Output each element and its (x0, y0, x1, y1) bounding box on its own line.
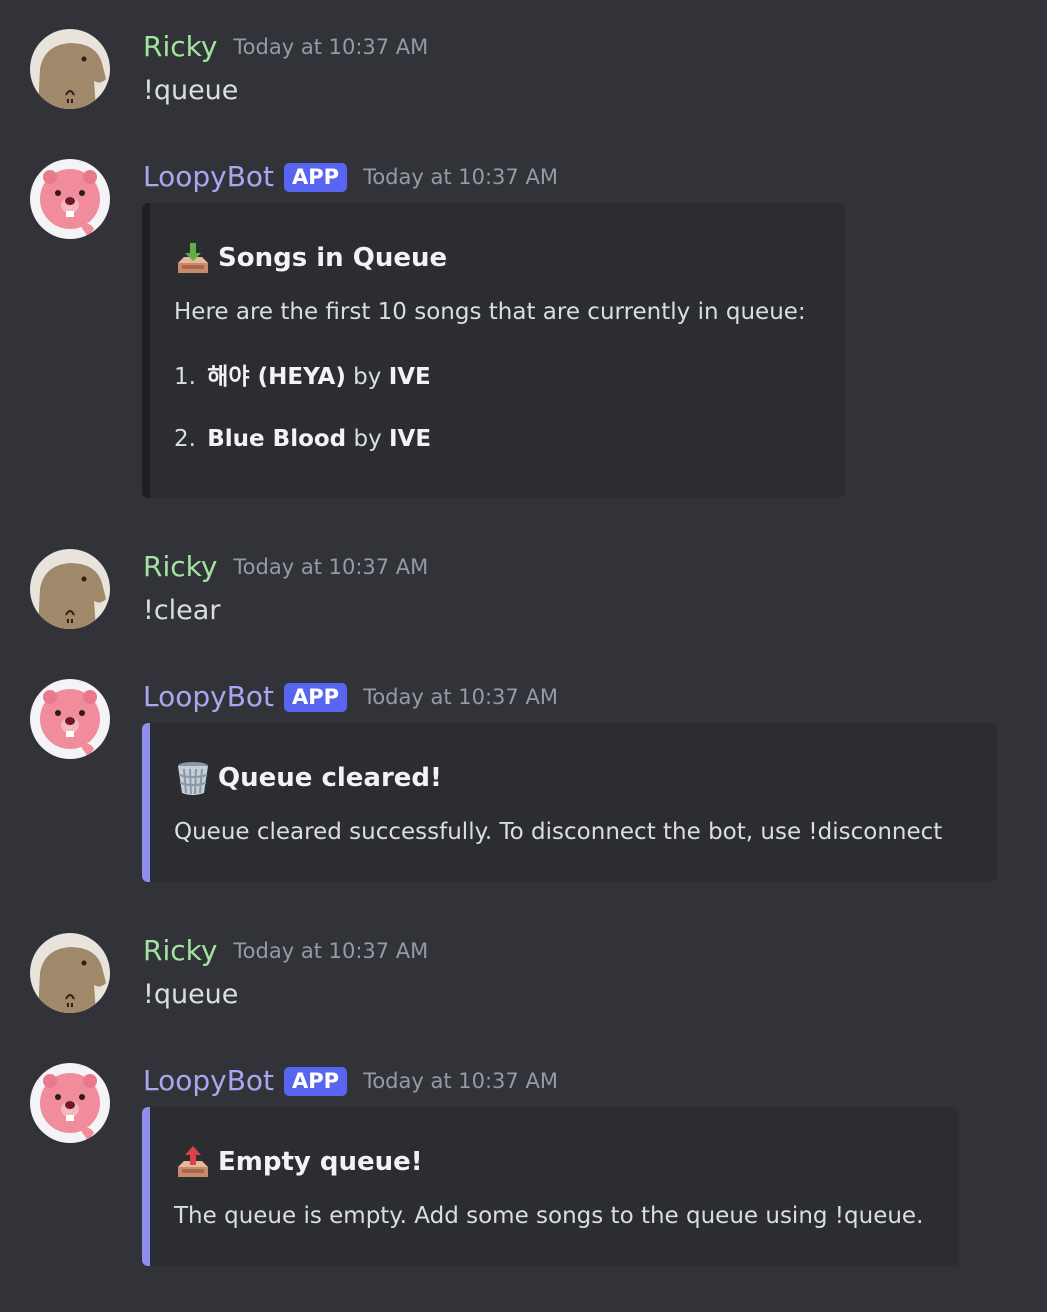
embed-description: Here are the first 10 songs that are cur… (174, 299, 806, 325)
embed-songs-in-queue: Songs in Queue Here are the first 10 son… (142, 203, 845, 498)
loopy-beaver-icon (30, 679, 110, 759)
capybara-icon (30, 549, 110, 629)
app-badge: APP (284, 1066, 348, 1096)
ricky-avatar[interactable] (30, 933, 110, 1013)
bot-avatar[interactable] (30, 1063, 110, 1143)
embed-title: Queue cleared! (218, 763, 442, 793)
bot-avatar[interactable] (30, 159, 110, 239)
username[interactable]: Ricky (143, 30, 217, 64)
capybara-icon (30, 933, 110, 1013)
song-list-item: 1. 해야 (HEYA) by IVE (174, 357, 431, 391)
wastebasket-icon (174, 759, 212, 797)
app-badge: APP (284, 162, 348, 192)
song-by: by (353, 364, 389, 390)
timestamp[interactable]: Today at 10:37 AM (233, 30, 428, 64)
embed-description: Queue cleared successfully. To disconnec… (174, 819, 943, 845)
loopy-beaver-icon (30, 159, 110, 239)
bot-avatar[interactable] (30, 679, 110, 759)
message-content: !queue (143, 75, 239, 106)
song-title: 해야 (HEYA) (207, 364, 346, 390)
embed-title: Empty queue! (218, 1147, 423, 1177)
embed-accent-bar (142, 723, 150, 882)
timestamp[interactable]: Today at 10:37 AM (233, 934, 428, 968)
timestamp[interactable]: Today at 10:37 AM (363, 1064, 558, 1098)
app-badge: APP (284, 682, 348, 712)
inbox-tray-icon (174, 239, 212, 277)
message-content: !clear (143, 595, 221, 626)
username[interactable]: Ricky (143, 934, 217, 968)
song-artist: IVE (389, 426, 432, 452)
username[interactable]: LoopyBot (143, 1064, 274, 1098)
song-title: Blue Blood (207, 426, 347, 452)
message-content: !queue (143, 979, 239, 1010)
embed-title: Songs in Queue (218, 243, 448, 273)
timestamp[interactable]: Today at 10:37 AM (233, 550, 428, 584)
loopy-beaver-icon (30, 1063, 110, 1143)
username[interactable]: LoopyBot (143, 160, 274, 194)
song-number: 2. (174, 426, 204, 452)
embed-queue-cleared: Queue cleared! Queue cleared successfull… (142, 723, 997, 882)
timestamp[interactable]: Today at 10:37 AM (363, 160, 558, 194)
timestamp[interactable]: Today at 10:37 AM (363, 680, 558, 714)
username[interactable]: LoopyBot (143, 680, 274, 714)
capybara-icon (30, 29, 110, 109)
outbox-tray-icon (174, 1143, 212, 1181)
ricky-avatar[interactable] (30, 29, 110, 109)
embed-empty-queue: Empty queue! The queue is empty. Add som… (142, 1107, 959, 1266)
song-list-item: 2. Blue Blood by IVE (174, 426, 431, 452)
embed-description: The queue is empty. Add some songs to th… (174, 1203, 924, 1229)
song-by: by (353, 426, 389, 452)
ricky-avatar[interactable] (30, 549, 110, 629)
username[interactable]: Ricky (143, 550, 217, 584)
embed-accent-bar (142, 1107, 150, 1266)
song-number: 1. (174, 364, 204, 390)
song-artist: IVE (388, 364, 431, 390)
embed-accent-bar (142, 203, 150, 498)
